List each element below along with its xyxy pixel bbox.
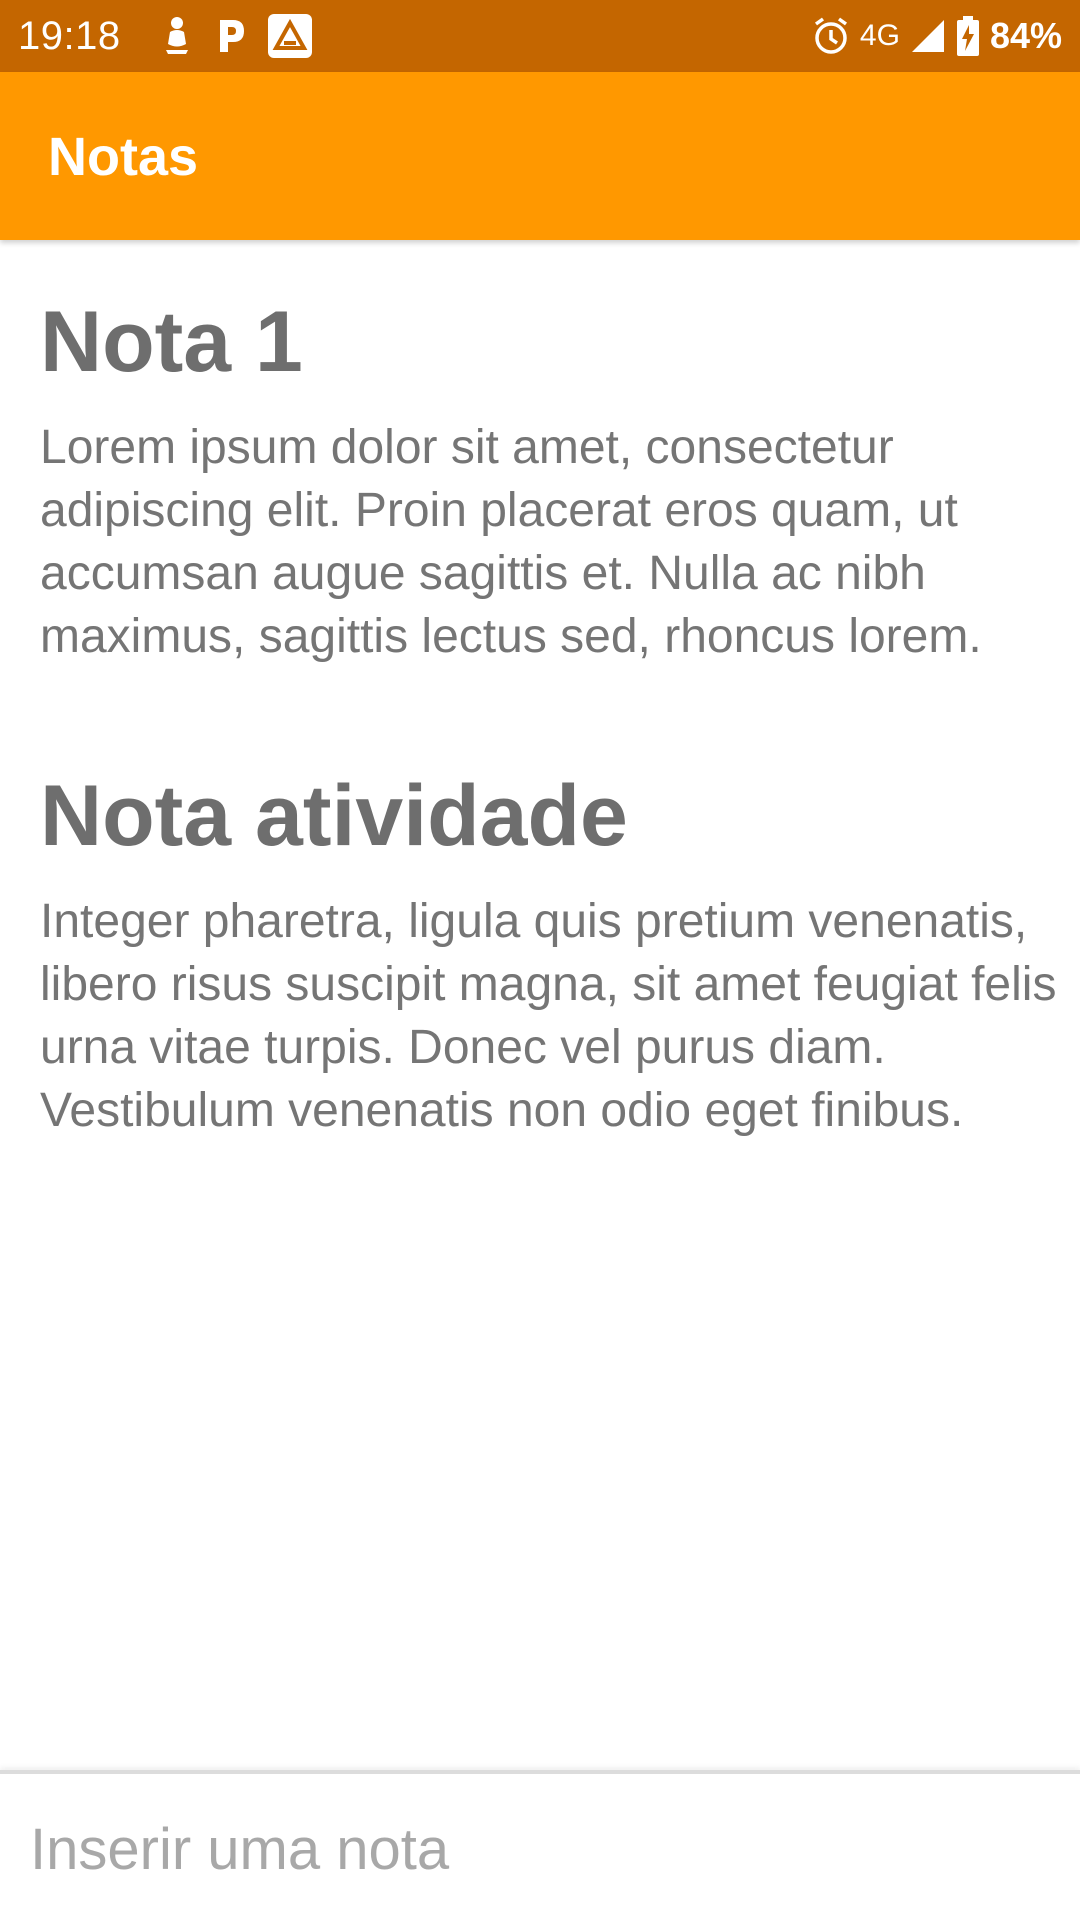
battery-level: 84% — [989, 15, 1062, 56]
note-title: Nota 1 — [40, 294, 303, 390]
note-item[interactable]: Nota 1 Lorem ipsum dolor sit amet, conse… — [40, 290, 1060, 668]
note-title: Nota atividade — [40, 768, 628, 864]
status-bar: 19:18 4G 84% — [0, 0, 1080, 72]
note-body: Integer pharetra, ligula quis pretium ve… — [40, 895, 1057, 1137]
note-input[interactable] — [30, 1804, 1050, 1894]
parking-p-icon — [216, 16, 246, 56]
status-left-icons — [160, 14, 312, 58]
note-body: Lorem ipsum dolor sit amet, consectetur … — [40, 421, 982, 663]
app-title: Notas — [48, 127, 199, 187]
battery-charging-icon — [956, 16, 980, 56]
app-triangle-icon — [268, 14, 312, 58]
note-item[interactable]: Nota atividade Integer pharetra, ligula … — [40, 764, 1060, 1142]
notes-list: Nota 1 Lorem ipsum dolor sit amet, conse… — [40, 290, 1060, 1142]
note-input-bar — [0, 1770, 1080, 1924]
status-right: 4G 84% — [812, 14, 1062, 58]
app-bar: Notas — [0, 72, 1080, 240]
status-time: 19:18 — [18, 14, 121, 58]
alarm-clock-icon — [812, 16, 850, 56]
signal-icon — [910, 18, 946, 54]
status-figure-icon — [160, 16, 194, 56]
network-type: 4G — [859, 19, 900, 52]
